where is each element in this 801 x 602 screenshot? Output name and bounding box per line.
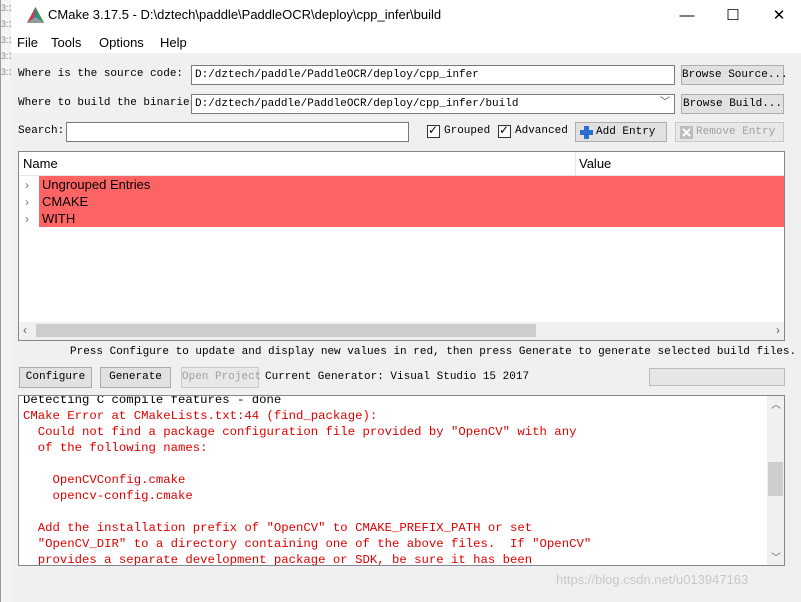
search-input[interactable] <box>66 122 409 142</box>
vertical-scrollbar[interactable]: ︿ ﹀ <box>767 396 784 565</box>
column-name-header[interactable]: Name <box>23 156 58 171</box>
vertical-scroll-thumb[interactable] <box>768 462 783 496</box>
grouped-checkbox[interactable] <box>427 123 440 138</box>
watermark-text: https://blog.csdn.net/u013947163 <box>556 572 749 587</box>
plus-icon <box>580 126 593 139</box>
configure-button[interactable]: Configure <box>19 367 92 388</box>
column-value-header[interactable]: Value <box>579 156 611 171</box>
progress-bar <box>649 368 785 386</box>
remove-icon <box>680 126 693 139</box>
cmake-window: 3:17.5 3:17.5 3:17.5 3:17.5 3:17.5 CMake… <box>0 0 801 602</box>
menu-file[interactable]: File <box>17 35 38 50</box>
horizontal-scrollbar[interactable]: ‹ › <box>19 322 784 340</box>
source-path-input[interactable]: D:/dztech/paddle/PaddleOCR/deploy/cpp_in… <box>191 65 675 85</box>
output-line: "OpenCV_DIR" to a directory containing o… <box>23 537 592 551</box>
cmake-logo-icon <box>27 7 44 23</box>
generate-button[interactable]: Generate <box>100 367 171 388</box>
menu-bar: File Tools Options Help <box>11 31 801 53</box>
remove-entry-label: Remove Entry <box>696 126 776 138</box>
menu-help[interactable]: Help <box>160 35 187 50</box>
table-row[interactable]: CMAKE <box>39 193 784 210</box>
expand-cmake-icon[interactable]: › <box>25 195 29 209</box>
instructions-text: Press Configure to update and display ne… <box>70 346 797 358</box>
build-label: Where to build the binaries: <box>18 97 203 109</box>
background-window-strip: 3:17.5 3:17.5 3:17.5 3:17.5 3:17.5 <box>1 0 11 602</box>
grouped-label: Grouped <box>444 125 491 137</box>
build-path-combo[interactable]: D:/dztech/paddle/PaddleOCR/deploy/cpp_in… <box>191 94 675 114</box>
browse-build-button[interactable]: Browse Build... <box>681 94 784 114</box>
output-line: OpenCVConfig.cmake <box>23 473 186 487</box>
source-label: Where is the source code: <box>18 68 184 80</box>
column-divider[interactable] <box>575 152 576 175</box>
add-entry-label: Add Entry <box>596 126 656 138</box>
chevron-down-icon[interactable]: ﹀ <box>660 95 670 113</box>
output-log[interactable]: Detecting C compile features - done CMak… <box>18 395 785 566</box>
table-row[interactable]: Ungrouped Entries <box>39 176 784 193</box>
expand-with-icon[interactable]: › <box>25 212 29 226</box>
cache-table[interactable]: Name Value › Ungrouped Entries › CMAKE ›… <box>18 151 785 341</box>
open-project-button[interactable]: Open Project <box>181 367 261 388</box>
scroll-up-icon[interactable]: ︿ <box>771 396 781 411</box>
output-line: opencv-config.cmake <box>23 489 193 503</box>
remove-entry-button[interactable]: Remove Entry <box>675 122 784 142</box>
table-row[interactable]: WITH <box>39 210 784 227</box>
current-generator-text: Current Generator: Visual Studio 15 2017 <box>265 371 530 383</box>
table-header: Name Value <box>19 152 784 176</box>
horizontal-scroll-thumb[interactable] <box>36 324 536 337</box>
output-line: Add the installation prefix of "OpenCV" … <box>23 521 533 535</box>
output-line: Could not find a package configuration f… <box>23 425 577 439</box>
menu-tools[interactable]: Tools <box>51 35 81 50</box>
search-label: Search: <box>18 125 65 137</box>
expand-ungrouped-icon[interactable]: › <box>25 178 29 192</box>
close-button[interactable]: ✕ <box>756 0 801 31</box>
output-line: CMake Error at CMakeLists.txt:44 (find_p… <box>23 409 378 423</box>
add-entry-button[interactable]: Add Entry <box>575 122 667 142</box>
build-path-value: D:/dztech/paddle/PaddleOCR/deploy/cpp_in… <box>195 98 519 110</box>
output-line: provides a separate development package … <box>23 553 533 566</box>
advanced-label: Advanced <box>515 125 568 137</box>
scroll-right-icon[interactable]: › <box>776 323 780 337</box>
scroll-down-icon[interactable]: ﹀ <box>771 549 781 564</box>
scroll-left-icon[interactable]: ‹ <box>23 323 27 337</box>
minimize-button[interactable]: — <box>664 0 710 31</box>
window-title: CMake 3.17.5 - D:\dztech\paddle\PaddleOC… <box>48 7 442 22</box>
title-bar: CMake 3.17.5 - D:\dztech\paddle\PaddleOC… <box>11 0 801 31</box>
menu-options[interactable]: Options <box>99 35 144 50</box>
output-line: Detecting C compile features - done <box>23 395 282 407</box>
maximize-button[interactable]: ☐ <box>710 0 756 31</box>
advanced-checkbox[interactable] <box>498 123 511 138</box>
browse-source-button[interactable]: Browse Source... <box>681 65 788 85</box>
output-line: of the following names: <box>23 441 208 455</box>
